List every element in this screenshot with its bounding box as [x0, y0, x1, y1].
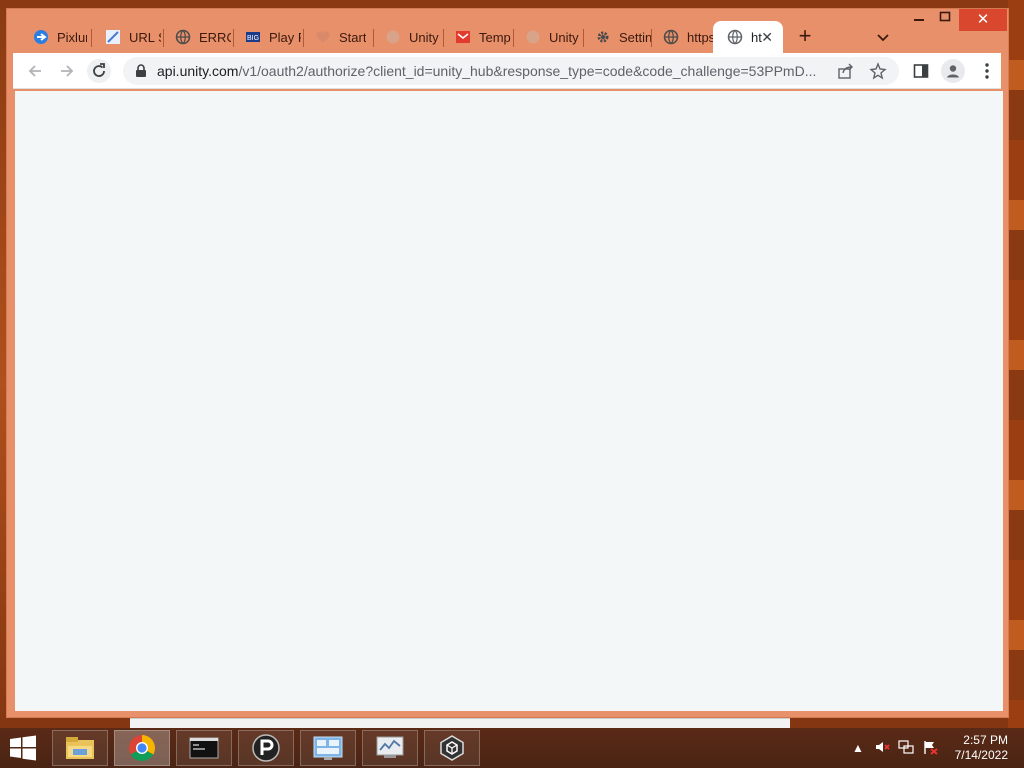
- terminal-icon: [189, 737, 219, 759]
- chrome-icon: [129, 735, 156, 762]
- tab-label: Play F: [269, 29, 301, 45]
- mail-icon: [455, 29, 471, 45]
- taskbar-terminal[interactable]: [176, 730, 232, 766]
- globe-icon: [727, 29, 743, 45]
- show-hidden-icons-button[interactable]: ▲: [852, 741, 864, 755]
- tab-label: ht: [751, 29, 762, 45]
- tab-label: ERRO: [199, 29, 231, 45]
- tab-play[interactable]: BIG Play F: [231, 21, 301, 53]
- taskbar-file-explorer[interactable]: [52, 730, 108, 766]
- avatar-icon: [947, 65, 959, 78]
- tab-start[interactable]: Start: [301, 21, 371, 53]
- side-panel-icon: [913, 64, 929, 78]
- arrow-right-icon: [61, 65, 74, 77]
- unity-icon: [385, 29, 401, 45]
- play-icon: BIG: [245, 29, 261, 45]
- url-shortener-icon: [105, 29, 121, 45]
- tab-settings[interactable]: Settin: [581, 21, 651, 53]
- speaker-muted-icon[interactable]: [874, 739, 890, 758]
- star-icon[interactable]: [869, 62, 887, 80]
- new-tab-button[interactable]: +: [793, 25, 817, 49]
- forward-button[interactable]: [55, 59, 79, 83]
- arrow-left-icon: [28, 65, 41, 77]
- action-center-flag-icon[interactable]: [922, 739, 938, 758]
- desktop-background: [1008, 0, 1024, 728]
- url-host: api.unity.com: [157, 63, 239, 79]
- monitor-chart-icon: [376, 736, 404, 758]
- chevron-down-icon: [877, 34, 889, 42]
- url-path: /v1/oauth2/authorize?client_id=unity_hub…: [238, 63, 817, 79]
- clock-time: 2:57 PM: [963, 733, 1008, 747]
- taskbar-unity[interactable]: [424, 730, 480, 766]
- taskbar-control-panel[interactable]: [300, 730, 356, 766]
- kebab-menu-icon: [985, 63, 989, 79]
- globe-icon: [663, 29, 679, 45]
- browser-toolbar: api.unity.com/v1/oauth2/authorize?client…: [13, 53, 1001, 89]
- tab-label: Pixlur: [57, 29, 87, 45]
- start-button[interactable]: [8, 734, 38, 762]
- menu-button[interactable]: [975, 59, 999, 83]
- tab-search-button[interactable]: [873, 27, 893, 47]
- unity-icon: [525, 29, 541, 45]
- clock-date: 7/14/2022: [954, 748, 1008, 762]
- taskbar-chrome[interactable]: [114, 730, 170, 766]
- p-logo-icon: [252, 734, 280, 762]
- minimize-icon: [914, 19, 924, 21]
- back-button[interactable]: [23, 59, 47, 83]
- side-panel-button[interactable]: [909, 59, 933, 83]
- tab-temp-mail[interactable]: Temp: [441, 21, 511, 53]
- close-icon: ✕: [976, 11, 990, 28]
- browser-window: Pixlur URL S ERRO BIG Play F: [6, 8, 1009, 718]
- taskbar-performance-monitor[interactable]: [362, 730, 418, 766]
- close-window-button[interactable]: ✕: [959, 9, 1007, 31]
- tab-label: Unity: [409, 29, 439, 45]
- globe-icon: [175, 29, 191, 45]
- lock-icon: [135, 64, 147, 83]
- system-clock[interactable]: 2:57 PM 7/14/2022: [955, 733, 1008, 763]
- gear-icon: [595, 29, 611, 45]
- tab-strip: Pixlur URL S ERRO BIG Play F: [7, 9, 1008, 53]
- profile-button[interactable]: [941, 59, 965, 83]
- folder-icon: [66, 737, 94, 759]
- taskbar: ▲ 2:57 PM 7/14/2022: [0, 728, 1024, 768]
- address-bar[interactable]: api.unity.com/v1/oauth2/authorize?client…: [123, 57, 899, 85]
- tab-unity[interactable]: Unity: [371, 21, 441, 53]
- maximize-icon: [939, 11, 951, 22]
- background-window-edge: [130, 718, 790, 728]
- tab-label: URL S: [129, 29, 161, 45]
- tab-https[interactable]: https:: [649, 21, 717, 53]
- pixlr-icon: [33, 29, 49, 45]
- maximize-button[interactable]: [931, 11, 959, 31]
- page-content: [15, 91, 1003, 711]
- svg-text:BIG: BIG: [247, 35, 259, 42]
- tab-label: Settin: [619, 29, 651, 45]
- url-text[interactable]: api.unity.com/v1/oauth2/authorize?client…: [157, 63, 827, 79]
- heart-icon: [315, 29, 331, 45]
- tab-label: Start: [339, 29, 367, 45]
- share-icon[interactable]: [837, 62, 855, 80]
- reload-button[interactable]: [87, 59, 111, 83]
- tab-label: Unity: [549, 29, 579, 45]
- tab-error[interactable]: ERRO: [161, 21, 231, 53]
- tab-label: Temp: [479, 29, 511, 45]
- taskbar-pixel-app[interactable]: [238, 730, 294, 766]
- reload-icon: [93, 63, 105, 77]
- tab-pixlr[interactable]: Pixlur: [19, 21, 87, 53]
- network-icon[interactable]: [898, 739, 914, 758]
- control-panel-icon: [313, 736, 343, 760]
- unity-icon: [440, 735, 464, 761]
- close-tab-icon[interactable]: ✕: [761, 29, 773, 46]
- minimize-button[interactable]: [905, 11, 933, 31]
- tab-active[interactable]: ht ✕: [713, 21, 783, 53]
- windows-logo-icon: [10, 735, 36, 761]
- tab-unity-2[interactable]: Unity: [511, 21, 581, 53]
- tab-url-shortener[interactable]: URL S: [91, 21, 161, 53]
